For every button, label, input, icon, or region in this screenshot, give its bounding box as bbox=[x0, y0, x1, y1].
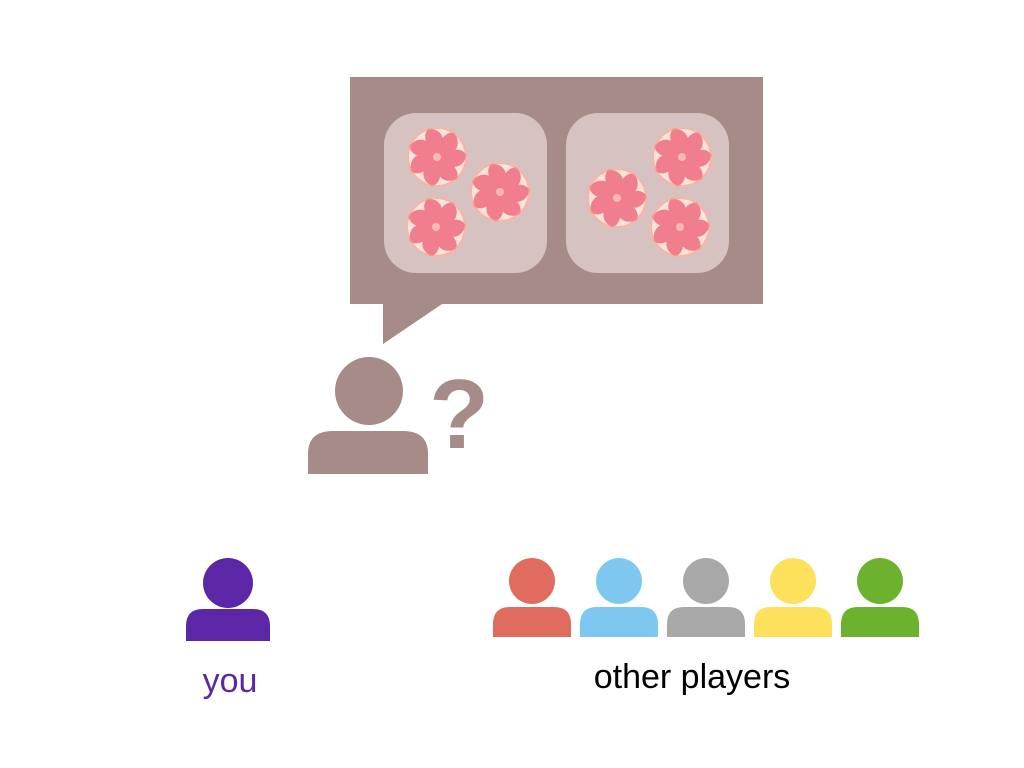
you-label: you bbox=[202, 662, 258, 700]
other-player-person-icon bbox=[754, 558, 832, 637]
choice-diagram: ? bbox=[186, 77, 919, 641]
other-player-person-icon bbox=[493, 558, 571, 637]
question-mark-icon: ? bbox=[429, 359, 489, 469]
other-players-label: other players bbox=[593, 658, 791, 696]
other-player-person-icon bbox=[841, 558, 919, 637]
other-players-group bbox=[493, 558, 919, 637]
thinker-person-icon bbox=[308, 357, 428, 474]
you-person-icon bbox=[186, 558, 270, 641]
speech-bubble bbox=[350, 77, 763, 344]
other-player-person-icon bbox=[580, 558, 658, 637]
thinking-person: ? bbox=[308, 357, 489, 474]
other-player-person-icon bbox=[667, 558, 745, 637]
you-player bbox=[186, 558, 270, 641]
speech-bubble-tail bbox=[383, 300, 448, 344]
